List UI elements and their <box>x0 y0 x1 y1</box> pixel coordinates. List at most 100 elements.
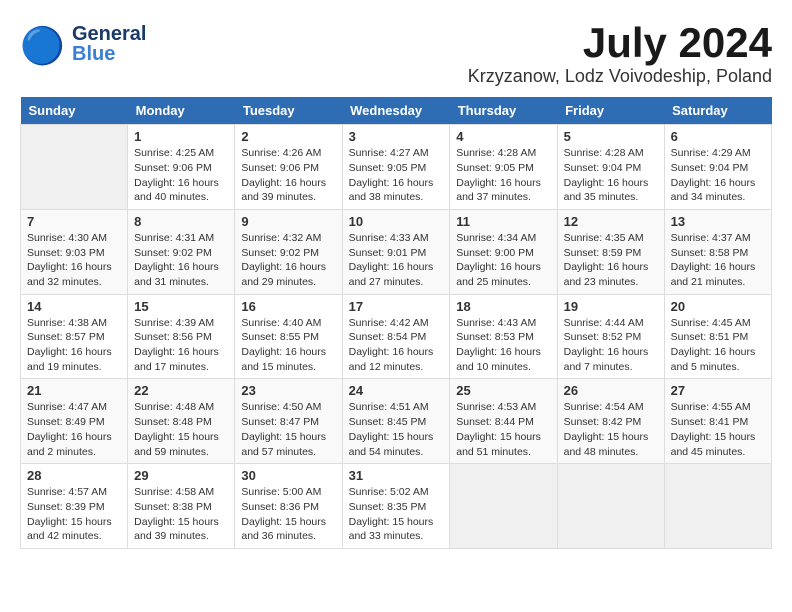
day-number: 9 <box>241 214 335 229</box>
day-number: 10 <box>349 214 444 229</box>
day-info: Sunrise: 4:27 AMSunset: 9:05 PMDaylight:… <box>349 146 444 205</box>
day-number: 7 <box>27 214 121 229</box>
day-number: 28 <box>27 468 121 483</box>
day-info: Sunrise: 4:28 AMSunset: 9:05 PMDaylight:… <box>456 146 550 205</box>
day-cell: 4 Sunrise: 4:28 AMSunset: 9:05 PMDaylight… <box>450 125 557 210</box>
day-cell: 7 Sunrise: 4:30 AMSunset: 9:03 PMDaylight… <box>21 209 128 294</box>
day-number: 19 <box>564 299 658 314</box>
day-info: Sunrise: 4:26 AMSunset: 9:06 PMDaylight:… <box>241 146 335 205</box>
weekday-header-saturday: Saturday <box>664 97 771 125</box>
day-info: Sunrise: 4:40 AMSunset: 8:55 PMDaylight:… <box>241 316 335 375</box>
day-cell: 11 Sunrise: 4:34 AMSunset: 9:00 PMDayligh… <box>450 209 557 294</box>
day-cell <box>557 464 664 549</box>
logo-icon: 🔵 <box>20 20 68 68</box>
day-cell: 5 Sunrise: 4:28 AMSunset: 9:04 PMDaylight… <box>557 125 664 210</box>
day-number: 27 <box>671 383 765 398</box>
calendar-table: SundayMondayTuesdayWednesdayThursdayFrid… <box>20 97 772 549</box>
day-info: Sunrise: 4:42 AMSunset: 8:54 PMDaylight:… <box>349 316 444 375</box>
logo-text: General Blue <box>72 24 146 64</box>
month-title: July 2024 <box>468 20 772 66</box>
day-cell <box>21 125 128 210</box>
weekday-header-wednesday: Wednesday <box>342 97 450 125</box>
day-info: Sunrise: 4:29 AMSunset: 9:04 PMDaylight:… <box>671 146 765 205</box>
day-number: 1 <box>134 129 228 144</box>
day-info: Sunrise: 4:55 AMSunset: 8:41 PMDaylight:… <box>671 400 765 459</box>
day-cell: 12 Sunrise: 4:35 AMSunset: 8:59 PMDayligh… <box>557 209 664 294</box>
svg-text:🔵: 🔵 <box>20 25 65 66</box>
day-number: 8 <box>134 214 228 229</box>
week-row-5: 28 Sunrise: 4:57 AMSunset: 8:39 PMDayligh… <box>21 464 772 549</box>
day-cell: 17 Sunrise: 4:42 AMSunset: 8:54 PMDayligh… <box>342 294 450 379</box>
day-number: 23 <box>241 383 335 398</box>
day-cell <box>450 464 557 549</box>
day-info: Sunrise: 4:33 AMSunset: 9:01 PMDaylight:… <box>349 231 444 290</box>
day-cell: 29 Sunrise: 4:58 AMSunset: 8:38 PMDayligh… <box>128 464 235 549</box>
day-info: Sunrise: 4:44 AMSunset: 8:52 PMDaylight:… <box>564 316 658 375</box>
day-info: Sunrise: 4:25 AMSunset: 9:06 PMDaylight:… <box>134 146 228 205</box>
day-info: Sunrise: 4:28 AMSunset: 9:04 PMDaylight:… <box>564 146 658 205</box>
day-info: Sunrise: 4:47 AMSunset: 8:49 PMDaylight:… <box>27 400 121 459</box>
day-cell: 19 Sunrise: 4:44 AMSunset: 8:52 PMDayligh… <box>557 294 664 379</box>
day-info: Sunrise: 4:37 AMSunset: 8:58 PMDaylight:… <box>671 231 765 290</box>
day-cell: 16 Sunrise: 4:40 AMSunset: 8:55 PMDayligh… <box>235 294 342 379</box>
day-number: 15 <box>134 299 228 314</box>
day-number: 16 <box>241 299 335 314</box>
logo: 🔵 General Blue <box>20 20 146 68</box>
day-info: Sunrise: 4:30 AMSunset: 9:03 PMDaylight:… <box>27 231 121 290</box>
day-cell: 24Sunrise: 4:51 AMSunset: 8:45 PMDayligh… <box>342 379 450 464</box>
day-info: Sunrise: 4:35 AMSunset: 8:59 PMDaylight:… <box>564 231 658 290</box>
day-number: 12 <box>564 214 658 229</box>
weekday-header-tuesday: Tuesday <box>235 97 342 125</box>
day-cell: 8 Sunrise: 4:31 AMSunset: 9:02 PMDaylight… <box>128 209 235 294</box>
week-row-4: 21Sunrise: 4:47 AMSunset: 8:49 PMDayligh… <box>21 379 772 464</box>
day-number: 5 <box>564 129 658 144</box>
weekday-header-friday: Friday <box>557 97 664 125</box>
day-info: Sunrise: 4:54 AMSunset: 8:42 PMDaylight:… <box>564 400 658 459</box>
day-cell: 31Sunrise: 5:02 AMSunset: 8:35 PMDayligh… <box>342 464 450 549</box>
day-number: 24 <box>349 383 444 398</box>
day-cell: 14Sunrise: 4:38 AMSunset: 8:57 PMDayligh… <box>21 294 128 379</box>
day-cell: 2 Sunrise: 4:26 AMSunset: 9:06 PMDaylight… <box>235 125 342 210</box>
day-cell: 25Sunrise: 4:53 AMSunset: 8:44 PMDayligh… <box>450 379 557 464</box>
week-row-3: 14Sunrise: 4:38 AMSunset: 8:57 PMDayligh… <box>21 294 772 379</box>
day-number: 2 <box>241 129 335 144</box>
location: Krzyzanow, Lodz Voivodeship, Poland <box>468 66 772 87</box>
day-info: Sunrise: 4:48 AMSunset: 8:48 PMDaylight:… <box>134 400 228 459</box>
day-number: 6 <box>671 129 765 144</box>
day-number: 17 <box>349 299 444 314</box>
day-number: 18 <box>456 299 550 314</box>
day-number: 25 <box>456 383 550 398</box>
day-number: 22 <box>134 383 228 398</box>
day-info: Sunrise: 5:00 AMSunset: 8:36 PMDaylight:… <box>241 485 335 544</box>
day-info: Sunrise: 4:58 AMSunset: 8:38 PMDaylight:… <box>134 485 228 544</box>
day-cell: 1 Sunrise: 4:25 AMSunset: 9:06 PMDaylight… <box>128 125 235 210</box>
day-number: 4 <box>456 129 550 144</box>
day-number: 26 <box>564 383 658 398</box>
day-info: Sunrise: 4:34 AMSunset: 9:00 PMDaylight:… <box>456 231 550 290</box>
day-cell: 15 Sunrise: 4:39 AMSunset: 8:56 PMDayligh… <box>128 294 235 379</box>
day-info: Sunrise: 4:32 AMSunset: 9:02 PMDaylight:… <box>241 231 335 290</box>
weekday-header-row: SundayMondayTuesdayWednesdayThursdayFrid… <box>21 97 772 125</box>
weekday-header-thursday: Thursday <box>450 97 557 125</box>
day-cell: 10 Sunrise: 4:33 AMSunset: 9:01 PMDayligh… <box>342 209 450 294</box>
day-info: Sunrise: 4:57 AMSunset: 8:39 PMDaylight:… <box>27 485 121 544</box>
day-number: 29 <box>134 468 228 483</box>
week-row-2: 7 Sunrise: 4:30 AMSunset: 9:03 PMDaylight… <box>21 209 772 294</box>
day-cell: 26 Sunrise: 4:54 AMSunset: 8:42 PMDayligh… <box>557 379 664 464</box>
day-info: Sunrise: 5:02 AMSunset: 8:35 PMDaylight:… <box>349 485 444 544</box>
day-cell: 18 Sunrise: 4:43 AMSunset: 8:53 PMDayligh… <box>450 294 557 379</box>
logo-blue: Blue <box>72 44 146 64</box>
day-info: Sunrise: 4:38 AMSunset: 8:57 PMDaylight:… <box>27 316 121 375</box>
day-cell: 30Sunrise: 5:00 AMSunset: 8:36 PMDayligh… <box>235 464 342 549</box>
day-info: Sunrise: 4:31 AMSunset: 9:02 PMDaylight:… <box>134 231 228 290</box>
weekday-header-monday: Monday <box>128 97 235 125</box>
day-cell: 21Sunrise: 4:47 AMSunset: 8:49 PMDayligh… <box>21 379 128 464</box>
page-header: 🔵 General Blue July 2024 Krzyzanow, Lodz… <box>20 20 772 87</box>
day-cell: 6 Sunrise: 4:29 AMSunset: 9:04 PMDaylight… <box>664 125 771 210</box>
day-number: 11 <box>456 214 550 229</box>
day-info: Sunrise: 4:43 AMSunset: 8:53 PMDaylight:… <box>456 316 550 375</box>
day-info: Sunrise: 4:39 AMSunset: 8:56 PMDaylight:… <box>134 316 228 375</box>
day-cell: 3 Sunrise: 4:27 AMSunset: 9:05 PMDaylight… <box>342 125 450 210</box>
day-number: 3 <box>349 129 444 144</box>
day-info: Sunrise: 4:50 AMSunset: 8:47 PMDaylight:… <box>241 400 335 459</box>
